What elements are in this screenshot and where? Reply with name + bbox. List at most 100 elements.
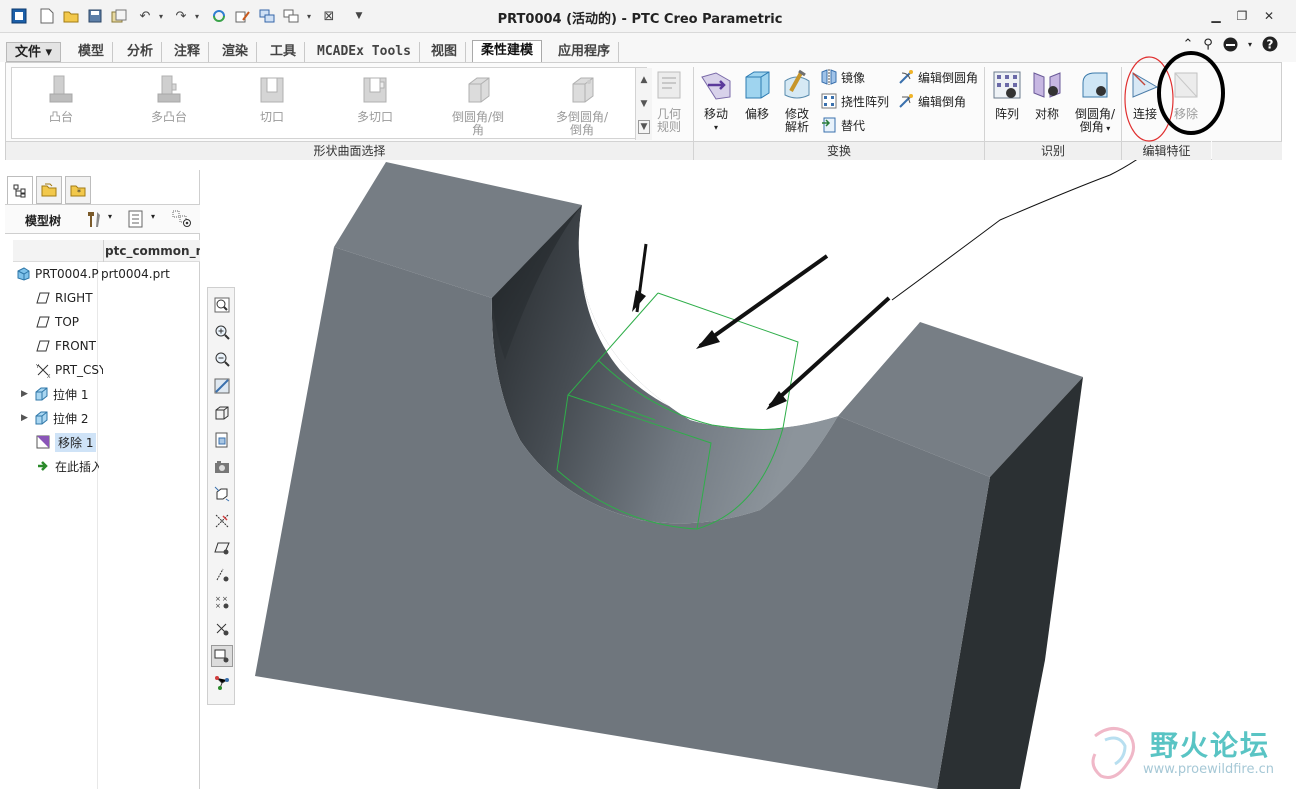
show-icon[interactable]: [128, 210, 144, 231]
tab-mcadex-tools[interactable]: MCADEx Tools: [309, 42, 420, 62]
save-icon[interactable]: [86, 7, 104, 25]
offset-button[interactable]: 偏移: [739, 69, 775, 121]
tree-item-top[interactable]: TOP: [35, 312, 79, 332]
graphics-toolbar: × × ×: [207, 287, 235, 705]
tree-item-insert-here[interactable]: 在此插入: [35, 456, 99, 476]
windows-icon[interactable]: [258, 7, 276, 25]
tab-view[interactable]: 视图: [423, 42, 467, 62]
multi-cut-button[interactable]: 多切口: [330, 74, 420, 124]
substitute-label: 替代: [841, 118, 866, 133]
help-icon[interactable]: ?: [1262, 36, 1278, 52]
tab-tools[interactable]: 工具: [262, 42, 306, 62]
plane-display-icon[interactable]: [211, 537, 233, 559]
community-dropdown-icon[interactable]: ▾: [1242, 36, 1258, 52]
display-style-icon[interactable]: [211, 402, 233, 424]
zoom-in-icon[interactable]: [211, 321, 233, 343]
gallery-expand-icon[interactable]: ▼: [638, 120, 650, 134]
tab-folder-browser[interactable]: [36, 176, 62, 204]
spin-center-icon[interactable]: [211, 672, 233, 694]
geometry-rules-button[interactable]: 几何 规则: [651, 69, 687, 134]
new-file-icon[interactable]: [38, 7, 56, 25]
app-icon[interactable]: [10, 7, 28, 25]
tree-root[interactable]: PRT0004.PI prt0004.prt: [15, 264, 170, 284]
close-button[interactable]: ✕: [1257, 6, 1281, 26]
save-copy-icon[interactable]: [110, 7, 128, 25]
gallery-scroll-up-icon[interactable]: ▲: [636, 68, 652, 92]
ptc-community-icon[interactable]: [1222, 36, 1238, 52]
tab-model[interactable]: 模型: [70, 42, 114, 62]
tab-flexible-modeling[interactable]: 柔性建模: [472, 40, 543, 62]
flex-pattern-button[interactable]: 挠性阵列: [821, 91, 889, 111]
substitute-button[interactable]: 替代: [821, 115, 865, 135]
recognize-round-dropdown-icon[interactable]: ▾: [1104, 124, 1110, 133]
switch-window-icon[interactable]: [282, 7, 300, 25]
tree-item-front[interactable]: FRONT: [35, 336, 96, 356]
repaint-icon[interactable]: [211, 375, 233, 397]
show-dropdown-icon[interactable]: ▾: [151, 212, 155, 221]
undo-dropdown-icon[interactable]: ▾: [152, 7, 170, 25]
tab-model-tree[interactable]: [7, 176, 33, 204]
saved-views-icon[interactable]: [211, 429, 233, 451]
column-header-label[interactable]: ptc_common_n: [105, 244, 200, 258]
move-icon: [701, 72, 731, 100]
tab-analysis[interactable]: 分析: [119, 42, 163, 62]
modify-analytic-button[interactable]: 修改 解析: [779, 69, 815, 134]
csys-display-icon[interactable]: [211, 618, 233, 640]
axis-display-icon[interactable]: [211, 564, 233, 586]
datum-display-icon[interactable]: [211, 510, 233, 532]
move-button[interactable]: 移动 ▾: [698, 69, 734, 134]
gallery-scrollbar[interactable]: ▲ ▼ ▼: [635, 68, 652, 140]
switch-window-dropdown-icon[interactable]: ▾: [300, 7, 318, 25]
tab-applications[interactable]: 应用程序: [550, 42, 620, 62]
tree-item-extrude-1[interactable]: ▶ 拉伸 1: [21, 384, 88, 404]
mirror-button[interactable]: 镜像: [821, 67, 865, 87]
minimize-button[interactable]: ▁: [1204, 6, 1228, 26]
tree-item-extrude-2[interactable]: ▶ 拉伸 2: [21, 408, 88, 428]
graphics-viewport[interactable]: [236, 160, 1296, 789]
round-chamfer-button[interactable]: 倒圆角/倒角: [433, 74, 523, 137]
zoom-out-icon[interactable]: [211, 348, 233, 370]
maximize-button[interactable]: ❐: [1230, 6, 1254, 26]
refit-icon[interactable]: [211, 294, 233, 316]
tab-file[interactable]: 文件 ▾: [6, 42, 62, 62]
cut-button[interactable]: 切口: [227, 74, 317, 124]
regenerate-icon[interactable]: [210, 7, 228, 25]
edit-pencil-icon[interactable]: [234, 7, 252, 25]
tree-settings-icon[interactable]: [85, 210, 103, 231]
edit-round-button[interactable]: 编辑倒圆角: [898, 67, 978, 87]
customize-toolbar-icon[interactable]: ▼: [350, 7, 368, 25]
multi-boss-button[interactable]: 多凸台: [124, 74, 214, 124]
window-title: PRT0004 (活动的) - PTC Creo Parametric: [497, 12, 783, 27]
multi-round-chamfer-button[interactable]: 多倒圆角/倒角: [532, 74, 632, 137]
close-window-icon[interactable]: ⊠: [320, 7, 338, 25]
point-display-icon[interactable]: × × ×: [211, 591, 233, 613]
tree-item-prt-csys[interactable]: YX PRT_CSY: [35, 360, 103, 380]
collapse-ribbon-icon[interactable]: ⌃: [1180, 36, 1196, 52]
perspective-icon[interactable]: [211, 483, 233, 505]
move-dropdown-icon[interactable]: ▾: [698, 121, 734, 134]
recognize-round-button[interactable]: 倒圆角/ 倒角 ▾: [1069, 69, 1121, 135]
edit-round-icon: [899, 70, 913, 84]
edit-chamfer-button[interactable]: 编辑倒角: [898, 91, 966, 111]
tree-root-value: prt0004.prt: [101, 267, 170, 281]
open-folder-icon[interactable]: [62, 7, 80, 25]
tree-filter-icon[interactable]: [172, 210, 194, 231]
expand-arrow-icon[interactable]: ▶: [21, 389, 33, 399]
expand-arrow-icon[interactable]: ▶: [21, 413, 33, 423]
redo-dropdown-icon[interactable]: ▾: [188, 7, 206, 25]
datum-plane-icon: [35, 315, 51, 329]
tab-favorites[interactable]: *: [65, 176, 91, 204]
group-label-recognize: 识别: [985, 141, 1121, 160]
tab-render[interactable]: 渲染: [214, 42, 258, 62]
symmetry-button[interactable]: 对称: [1029, 69, 1065, 121]
tab-annotate[interactable]: 注释: [166, 42, 210, 62]
view-manager-icon[interactable]: [211, 456, 233, 478]
recognize-pattern-button[interactable]: 阵列: [989, 69, 1025, 121]
tree-settings-dropdown-icon[interactable]: ▾: [108, 212, 112, 221]
search-icon[interactable]: ⚲: [1200, 36, 1216, 52]
annotation-display-icon[interactable]: [211, 645, 233, 667]
tree-item-remove-1[interactable]: 移除 1: [35, 432, 97, 452]
boss-button[interactable]: 凸台: [16, 74, 106, 124]
gallery-scroll-down-icon[interactable]: ▼: [636, 92, 652, 116]
tree-item-right[interactable]: RIGHT: [35, 288, 93, 308]
